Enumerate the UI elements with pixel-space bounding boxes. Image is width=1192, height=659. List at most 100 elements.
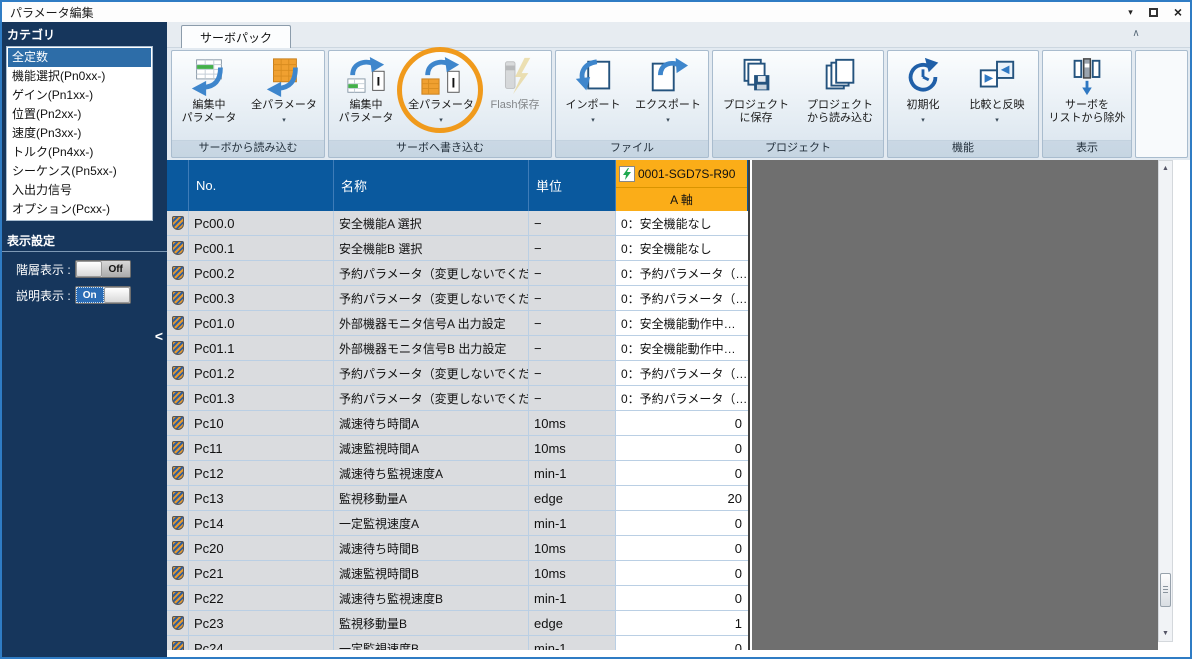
param-value-cell[interactable]: 0: [616, 461, 747, 485]
sidebar-item[interactable]: ゲイン(Pn1xx-): [8, 86, 151, 105]
sidebar-item[interactable]: 入出力信号: [8, 181, 151, 200]
tab-servopack[interactable]: サーボパック: [181, 25, 291, 48]
table-row[interactable]: Pc13監視移動量Aedge20: [167, 486, 748, 511]
vertical-scrollbar[interactable]: ▲ ▼: [1158, 160, 1173, 642]
initialize-button[interactable]: 初期化 ▾: [889, 52, 957, 139]
table-row[interactable]: Pc14一定監視速度Amin-10: [167, 511, 748, 536]
button-label: 比較と反映: [970, 99, 1025, 112]
window-menu-icon[interactable]: ▾: [1128, 8, 1133, 17]
param-no: Pc01.0: [189, 311, 334, 335]
dropdown-arrow-icon[interactable]: ▾: [282, 114, 286, 127]
param-shield-icon: [167, 536, 189, 560]
param-shield-icon: [167, 361, 189, 385]
write-editing-params-button[interactable]: 編集中 パラメータ: [330, 52, 402, 139]
import-button[interactable]: インポート ▾: [557, 52, 629, 139]
load-from-project-icon: [819, 55, 861, 99]
table-row[interactable]: Pc00.0安全機能A 選択−0：安全機能なし: [167, 211, 748, 236]
table-row[interactable]: Pc01.3予約パラメータ（変更しないでください。）−0：予約パラメータ（…: [167, 386, 748, 411]
axis-column-header[interactable]: 0001-SGD7S-R90 A 軸: [616, 160, 747, 211]
sidebar-item[interactable]: 機能選択(Pn0xx-): [8, 67, 151, 86]
param-unit: 10ms: [529, 436, 616, 460]
compare-reflect-icon: [976, 55, 1018, 99]
param-value-cell[interactable]: 20: [616, 486, 747, 510]
read-editing-params-icon: [188, 55, 230, 99]
param-value-cell[interactable]: 0: [616, 586, 747, 610]
table-row[interactable]: Pc01.2予約パラメータ（変更しないでください。）−0：予約パラメータ（…: [167, 361, 748, 386]
scroll-up-icon[interactable]: ▲: [1159, 162, 1172, 175]
param-shield-icon: [167, 561, 189, 585]
ribbon-collapse-icon[interactable]: ∧: [1128, 27, 1144, 42]
table-row[interactable]: Pc12減速待ち監視速度Amin-10: [167, 461, 748, 486]
dropdown-arrow-icon[interactable]: ▾: [995, 114, 999, 127]
sidebar-item[interactable]: 全定数: [8, 48, 151, 67]
table-row[interactable]: Pc21減速監視時間B10ms0: [167, 561, 748, 586]
param-value-cell[interactable]: 0: [616, 411, 747, 435]
dropdown-arrow-icon[interactable]: ▾: [439, 114, 443, 127]
param-value-cell[interactable]: 0：安全機能なし: [616, 236, 747, 260]
param-value-cell[interactable]: 0：安全機能なし: [616, 211, 747, 235]
param-value-cell[interactable]: 0：予約パラメータ（…: [616, 286, 747, 310]
toggle-state-label: On: [76, 287, 104, 303]
remove-servo-from-list-icon: [1066, 55, 1108, 99]
scroll-down-icon[interactable]: ▼: [1159, 627, 1172, 640]
description-display-toggle[interactable]: On: [75, 286, 131, 304]
write-all-params-button[interactable]: 全パラメータ ▾: [402, 52, 480, 139]
ribbon-empty-area: [1135, 50, 1188, 158]
scrollbar-thumb[interactable]: [1160, 573, 1171, 607]
param-shield-icon: [167, 336, 189, 360]
table-row[interactable]: Pc00.1安全機能B 選択−0：安全機能なし: [167, 236, 748, 261]
maximize-icon[interactable]: [1149, 8, 1158, 17]
table-row[interactable]: Pc22減速待ち監視速度Bmin-10: [167, 586, 748, 611]
sidebar-collapse-button[interactable]: <: [152, 328, 166, 344]
table-row[interactable]: Pc01.1外部機器モニタ信号B 出力設定−0：安全機能動作中…: [167, 336, 748, 361]
button-label: プロジェクト から読み込む: [807, 99, 873, 125]
param-value-cell[interactable]: 0: [616, 536, 747, 560]
param-value-cell[interactable]: 0: [616, 511, 747, 535]
table-row[interactable]: Pc23監視移動量Bedge1: [167, 611, 748, 636]
param-value-cell[interactable]: 0: [616, 561, 747, 585]
read-editing-params-button[interactable]: 編集中 パラメータ: [173, 52, 245, 139]
hierarchy-display-toggle[interactable]: Off: [75, 260, 131, 278]
import-icon: [572, 55, 614, 99]
compare-reflect-button[interactable]: 比較と反映 ▾: [957, 52, 1037, 139]
param-shield-icon: [167, 486, 189, 510]
param-value-cell[interactable]: 0: [616, 636, 747, 650]
remove-servo-from-list-button[interactable]: サーボを リストから除外: [1044, 52, 1130, 139]
param-value-cell[interactable]: 0：安全機能動作中…: [616, 336, 747, 360]
sidebar-item[interactable]: トルク(Pn4xx-): [8, 143, 151, 162]
table-row[interactable]: Pc11減速監視時間A10ms0: [167, 436, 748, 461]
export-button[interactable]: エクスポート ▾: [629, 52, 707, 139]
window-title: パラメータ編集: [10, 4, 94, 21]
save-to-project-button[interactable]: プロジェクト に保存: [714, 52, 798, 139]
param-value-cell[interactable]: 0：安全機能動作中…: [616, 311, 747, 335]
read-all-params-button[interactable]: 全パラメータ ▾: [245, 52, 323, 139]
close-icon[interactable]: ×: [1174, 5, 1182, 19]
param-shield-icon: [167, 411, 189, 435]
header-icon-column: [167, 160, 189, 211]
load-from-project-button[interactable]: プロジェクト から読み込む: [798, 52, 882, 139]
flash-save-button[interactable]: Flash保存: [480, 52, 550, 139]
param-unit: edge: [529, 486, 616, 510]
dropdown-arrow-icon[interactable]: ▾: [921, 114, 925, 127]
table-row[interactable]: Pc00.3予約パラメータ（変更しないでください。）−0：予約パラメータ（…: [167, 286, 748, 311]
toggle-knob: [76, 261, 102, 277]
param-value-cell[interactable]: 0：予約パラメータ（…: [616, 361, 747, 385]
table-row[interactable]: Pc24一定監視速度Bmin-10: [167, 636, 748, 650]
table-row[interactable]: Pc00.2予約パラメータ（変更しないでください。）−0：予約パラメータ（…: [167, 261, 748, 286]
sidebar-item[interactable]: 速度(Pn3xx-): [8, 124, 151, 143]
param-unit: −: [529, 236, 616, 260]
param-value-cell[interactable]: 0：予約パラメータ（…: [616, 386, 747, 410]
param-value-cell[interactable]: 1: [616, 611, 747, 635]
sidebar-item[interactable]: オプション(Pcxx-): [8, 200, 151, 219]
param-value-cell[interactable]: 0: [616, 436, 747, 460]
dropdown-arrow-icon[interactable]: ▾: [591, 114, 595, 127]
param-no: Pc23: [189, 611, 334, 635]
param-shield-icon: [167, 311, 189, 335]
sidebar-item[interactable]: 位置(Pn2xx-): [8, 105, 151, 124]
sidebar-item[interactable]: シーケンス(Pn5xx-): [8, 162, 151, 181]
param-value-cell[interactable]: 0：予約パラメータ（…: [616, 261, 747, 285]
dropdown-arrow-icon[interactable]: ▾: [666, 114, 670, 127]
table-row[interactable]: Pc01.0外部機器モニタ信号A 出力設定−0：安全機能動作中…: [167, 311, 748, 336]
table-row[interactable]: Pc10減速待ち時間A10ms0: [167, 411, 748, 436]
table-row[interactable]: Pc20減速待ち時間B10ms0: [167, 536, 748, 561]
